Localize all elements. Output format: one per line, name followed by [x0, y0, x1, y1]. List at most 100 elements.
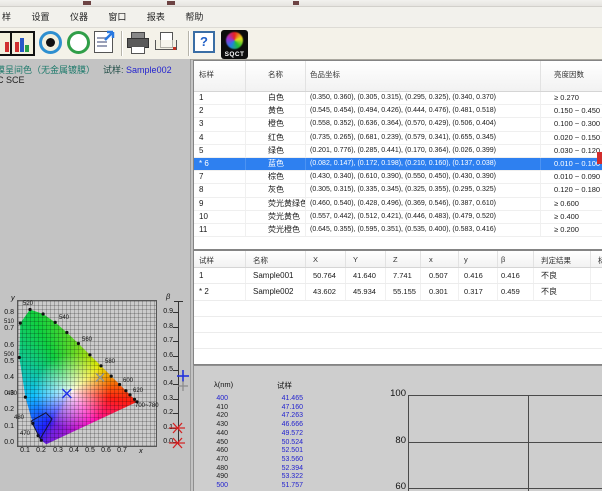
- sample-row[interactable]: 1 Sample001 50.764 41.640 7.741 0.507 0.…: [194, 268, 602, 284]
- sample-measure-icon[interactable]: [67, 31, 90, 54]
- graph-y-tick: 80: [379, 435, 406, 446]
- color-name: 红色: [246, 132, 306, 144]
- help-icon[interactable]: ?: [193, 31, 215, 53]
- coords: (0.557, 0.442), (0.512, 0.421), (0.446, …: [306, 211, 541, 223]
- wavelength-label: 540: [59, 315, 69, 321]
- y-tick: 0.6: [0, 342, 14, 349]
- standard-measure-icon[interactable]: [39, 31, 62, 54]
- x-tick: 0.3: [50, 447, 66, 454]
- report-icon[interactable]: [94, 31, 113, 53]
- reference-cell: [591, 284, 602, 299]
- spectral-row[interactable]: 50051.757: [194, 481, 314, 490]
- menu-item-report[interactable]: 报表: [139, 7, 173, 27]
- x-tick: 0.2: [33, 447, 49, 454]
- y-tick: 0.5: [0, 358, 14, 365]
- menu-item-window[interactable]: 窗口: [100, 7, 134, 27]
- spectral-row[interactable]: 45050.524: [194, 438, 314, 447]
- x-tick: 0.6: [98, 447, 114, 454]
- beta-tick: 0.7: [155, 337, 173, 344]
- row-id: * 2: [194, 284, 246, 299]
- menu-item-help[interactable]: 帮助: [177, 7, 211, 27]
- color-name: 蓝色: [246, 158, 306, 170]
- wavelength-label: 580: [105, 359, 115, 365]
- row-id: 7: [194, 171, 246, 183]
- header-beta[interactable]: β: [498, 251, 534, 267]
- header-Y[interactable]: Y: [346, 251, 386, 267]
- spectral-row[interactable]: 46052.501: [194, 446, 314, 455]
- coords: (0.305, 0.315), (0.335, 0.345), (0.325, …: [306, 184, 541, 196]
- x-axis-label: x: [139, 446, 143, 455]
- row-id: 9: [194, 198, 246, 210]
- sample-name: Sample002: [246, 284, 306, 299]
- wavelength-label: 470: [20, 431, 30, 437]
- titlebar-fragment: [293, 1, 299, 5]
- table-row[interactable]: 8 灰色 (0.305, 0.315), (0.335, 0.345), (0.…: [194, 184, 602, 197]
- header-name[interactable]: 名称: [246, 61, 306, 91]
- header-name[interactable]: 名称: [246, 251, 306, 267]
- color-name: 灰色: [246, 184, 306, 196]
- menu-item-partial[interactable]: 样: [0, 7, 19, 27]
- header-coordinates[interactable]: 色品坐标: [306, 61, 541, 91]
- table-row[interactable]: 11 荧光橙色 (0.645, 0.355), (0.595, 0.351), …: [194, 224, 602, 237]
- spectral-row[interactable]: 41047.160: [194, 403, 314, 412]
- table-row[interactable]: 4 红色 (0.735, 0.265), (0.681, 0.239), (0.…: [194, 132, 602, 145]
- color-name: 棕色: [246, 171, 306, 183]
- beta-limit-marker-upper: [169, 421, 185, 435]
- sample-row-empty: [194, 317, 602, 333]
- header-reference[interactable]: 标样: [591, 251, 602, 267]
- y-tick: 0.4: [0, 374, 14, 381]
- titlebar-fragment: [167, 1, 175, 5]
- measurement-panel: 膜呈间色（无金属镀膜）试样: Sample002 C SCE: [0, 59, 191, 491]
- header-sample[interactable]: 试样: [194, 251, 246, 267]
- factor: 0.120 ~ 0.180: [541, 184, 602, 196]
- toolbar: ? SQCT: [0, 28, 602, 60]
- wavelength-label: 560: [82, 337, 92, 343]
- header-y[interactable]: y: [459, 251, 498, 267]
- table-row[interactable]: 2 黄色 (0.545, 0.454), (0.494, 0.426), (0.…: [194, 105, 602, 118]
- table-row[interactable]: 1 白色 (0.350, 0.360), (0.305, 0.315), (0.…: [194, 92, 602, 105]
- value-beta: 0.459: [498, 284, 534, 299]
- header-Z[interactable]: Z: [386, 251, 421, 267]
- spectral-row[interactable]: 40041.465: [194, 394, 314, 403]
- sqct-icon[interactable]: SQCT: [221, 30, 248, 59]
- beta-tick: 0.8: [155, 323, 173, 330]
- geometry-info: C SCE: [0, 75, 25, 85]
- table-row-selected[interactable]: * 6 蓝色 (0.082, 0.147), (0.172, 0.198), (…: [194, 158, 602, 171]
- spectral-row[interactable]: 43046.666: [194, 420, 314, 429]
- table-row[interactable]: 10 荧光黄色 (0.557, 0.442), (0.512, 0.421), …: [194, 211, 602, 224]
- spectral-row[interactable]: 44049.572: [194, 429, 314, 438]
- table-row[interactable]: 9 荧光黄绿色 (0.460, 0.540), (0.428, 0.496), …: [194, 198, 602, 211]
- spectral-row[interactable]: 42047.263: [194, 411, 314, 420]
- row-id: 11: [194, 224, 246, 236]
- header-X[interactable]: X: [306, 251, 346, 267]
- menu-item-settings[interactable]: 设置: [23, 7, 57, 27]
- menu-item-instrument[interactable]: 仪器: [62, 7, 96, 27]
- toolbar-separator: [121, 31, 122, 56]
- header-standard[interactable]: 标样: [194, 61, 246, 91]
- bar-chart-icon[interactable]: [10, 31, 35, 56]
- spectral-row[interactable]: 49053.322: [194, 472, 314, 481]
- print-output-icon[interactable]: [154, 31, 178, 53]
- header-luminance-factor[interactable]: 亮度因数: [541, 61, 602, 91]
- graph-gridline-100: [408, 395, 602, 396]
- graph-y-axis: [408, 395, 409, 491]
- header-x[interactable]: x: [421, 251, 459, 267]
- spectral-row[interactable]: 47053.560: [194, 455, 314, 464]
- beta-tick: 0.4: [155, 380, 173, 387]
- beta-limit-marker-lower: [169, 436, 185, 450]
- sample001-cross: [96, 373, 104, 381]
- print-icon[interactable]: [126, 31, 148, 53]
- sample-row[interactable]: * 2 Sample002 43.602 45.934 55.155 0.301…: [194, 284, 602, 300]
- header-result[interactable]: 判定结果: [534, 251, 591, 267]
- row-id: 3: [194, 118, 246, 130]
- row-id: * 6: [194, 158, 246, 170]
- table-row[interactable]: 3 橙色 (0.558, 0.352), (0.636, 0.364), (0.…: [194, 118, 602, 131]
- table-row[interactable]: 5 绿色 (0.201, 0.776), (0.285, 0.441), (0.…: [194, 145, 602, 158]
- spectral-row[interactable]: 48052.394: [194, 464, 314, 473]
- factor: ≥ 0.200: [541, 224, 602, 236]
- standard-table-header: 标样 名称 色品坐标 亮度因数: [194, 61, 602, 92]
- row-id: 10: [194, 211, 246, 223]
- color-name: 橙色: [246, 118, 306, 130]
- coords: (0.350, 0.360), (0.305, 0.315), (0.295, …: [306, 92, 541, 104]
- table-row[interactable]: 7 棕色 (0.430, 0.340), (0.610, 0.390), (0.…: [194, 171, 602, 184]
